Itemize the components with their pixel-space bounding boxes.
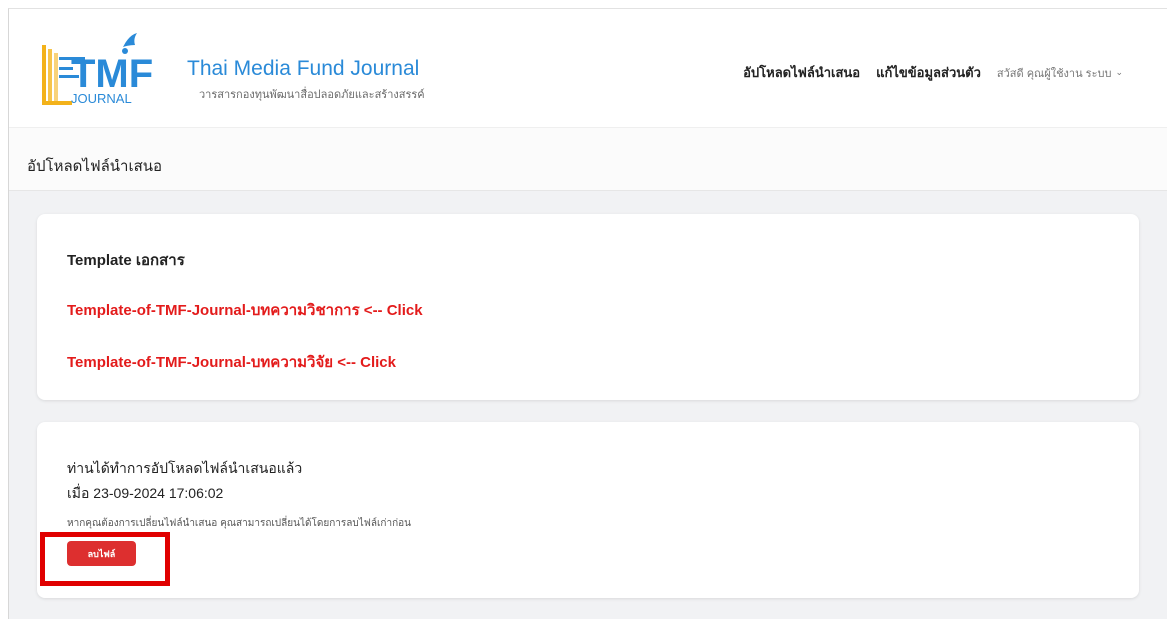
upload-status-text: ท่านได้ทำการอัปโหลดไฟล์นำเสนอแล้ว [67,460,303,476]
template-link-academic[interactable]: Template-of-TMF-Journal-บทความวิชาการ <-… [67,298,423,322]
user-menu[interactable]: สวัสดี คุณผู้ใช้งาน ระบบ ⌄ [997,64,1123,82]
brand-title: Thai Media Fund Journal [187,57,420,80]
nav-upload-link[interactable]: อัปโหลดไฟล์นำเสนอ [743,62,860,83]
nav-links: อัปโหลดไฟล์นำเสนอ แก้ไขข้อมูลส่วนตัว สวั… [743,62,1123,83]
upload-status-card: ท่านได้ทำการอัปโหลดไฟล์นำเสนอแล้ว เมื่อ … [37,422,1139,598]
page-title: อัปโหลดไฟล์นำเสนอ [27,158,162,175]
logo-letters: TMF [71,52,153,96]
app-frame: TMF JOURNAL Thai Media Fund Journal วารส… [8,8,1167,619]
user-greeting: สวัสดี คุณผู้ใช้งาน ระบบ [996,67,1112,80]
upload-change-note: หากคุณต้องการเปลี่ยนไฟล์นำเสนอ คุณสามารถ… [67,518,411,529]
logo[interactable]: TMF JOURNAL Thai Media Fund Journal วารส… [37,27,425,107]
brand-subtitle: วารสารกองทุนพัฒนาสื่อปลอดภัยและสร้างสรรค… [199,89,425,101]
templates-heading: Template เอกสาร [67,252,185,269]
template-link-research[interactable]: Template-of-TMF-Journal-บทความวิจัย <-- … [67,350,396,374]
bird-icon [123,33,137,47]
delete-file-button[interactable]: ลบไฟล์ [67,541,136,566]
logo-word: JOURNAL [71,91,132,106]
nav-edit-profile-link[interactable]: แก้ไขข้อมูลส่วนตัว [876,62,981,83]
navbar: TMF JOURNAL Thai Media Fund Journal วารส… [9,9,1167,127]
chevron-down-icon: ⌄ [1115,67,1123,77]
page-header: อัปโหลดไฟล์นำเสนอ [9,127,1167,191]
templates-card: Template เอกสาร Template-of-TMF-Journal-… [37,214,1139,400]
tmf-logo-icon: TMF JOURNAL [42,33,153,106]
upload-timestamp: เมื่อ 23-09-2024 17:06:02 [67,485,224,501]
